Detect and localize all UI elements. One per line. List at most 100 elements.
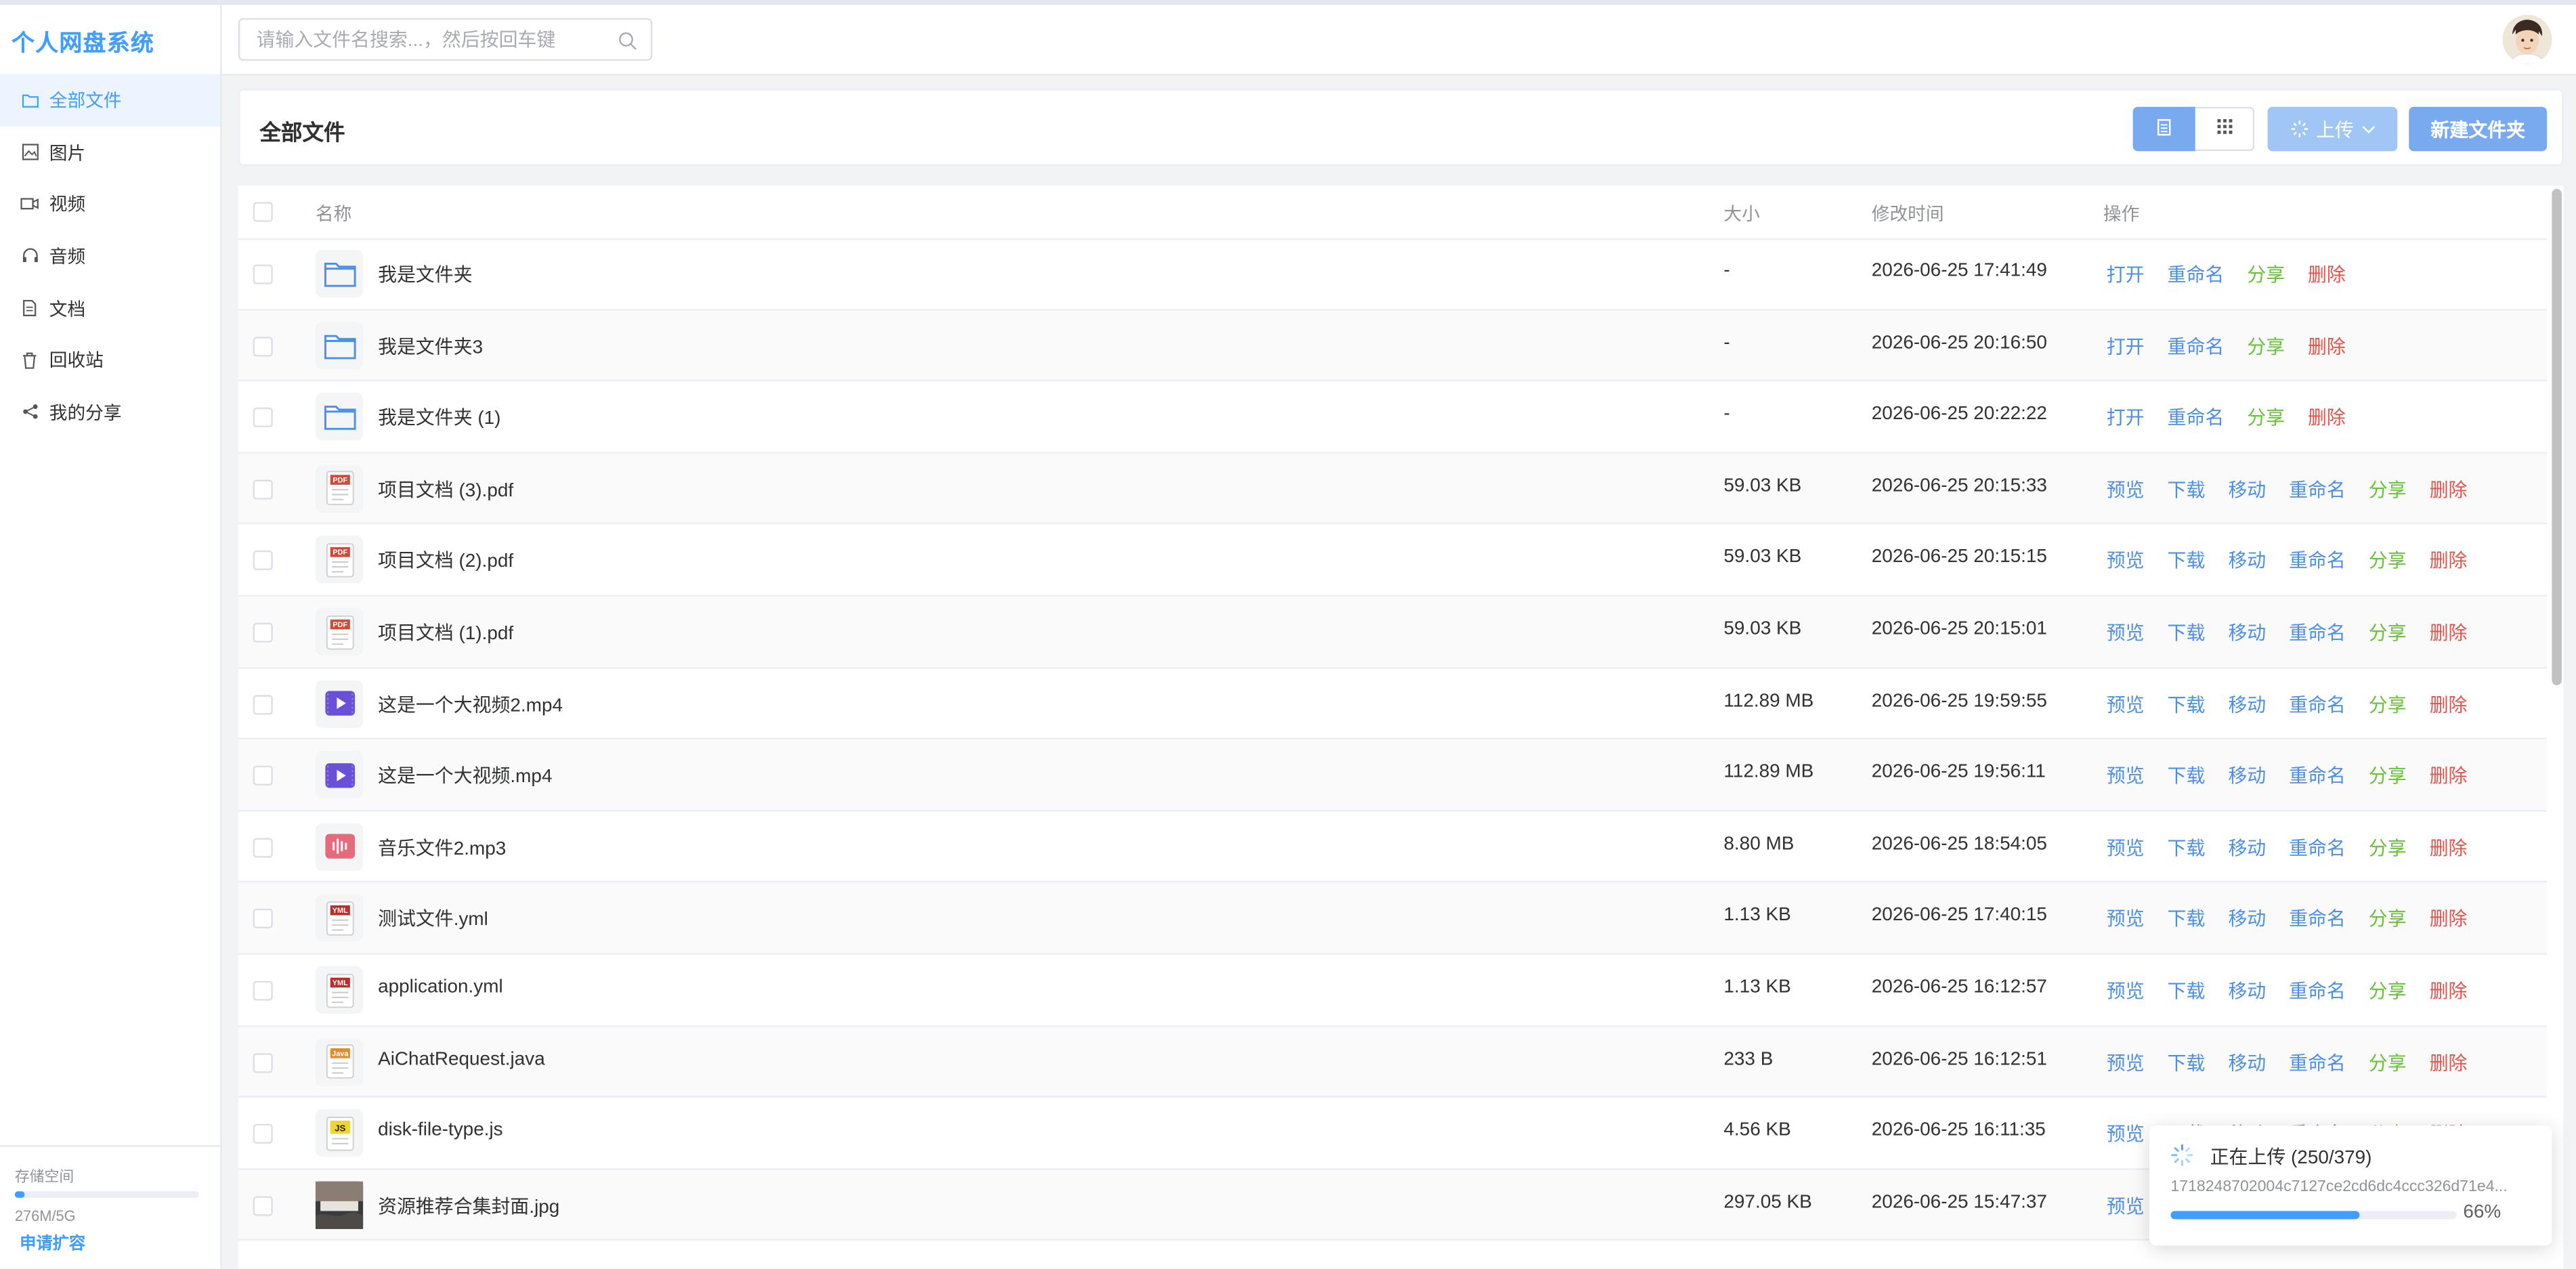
share-action[interactable]: 分享 — [2369, 834, 2407, 861]
download-action[interactable]: 下载 — [2168, 1050, 2206, 1076]
search-icon[interactable] — [618, 30, 637, 50]
move-action[interactable]: 移动 — [2228, 906, 2266, 932]
table-row[interactable]: 音乐文件2.mp3 8.80 MB 2026-06-25 18:54:05 预览… — [238, 811, 2548, 883]
share-action[interactable]: 分享 — [2247, 404, 2285, 431]
download-action[interactable]: 下载 — [2168, 834, 2206, 861]
delete-action[interactable]: 删除 — [2430, 476, 2468, 502]
delete-action[interactable]: 删除 — [2308, 404, 2346, 431]
file-name[interactable]: 测试文件.yml — [378, 906, 488, 932]
file-name[interactable]: AiChatRequest.java — [378, 1050, 545, 1069]
rename-action[interactable]: 重命名 — [2289, 691, 2346, 718]
open-action[interactable]: 打开 — [2107, 333, 2145, 360]
row-checkbox[interactable] — [253, 408, 273, 428]
row-checkbox[interactable] — [253, 622, 273, 643]
file-name[interactable]: 资源推荐合集封面.jpg — [378, 1192, 559, 1219]
row-checkbox[interactable] — [253, 766, 273, 786]
share-action[interactable]: 分享 — [2369, 548, 2407, 574]
file-name[interactable]: application.yml — [378, 978, 503, 997]
download-action[interactable]: 下载 — [2168, 620, 2206, 646]
file-name[interactable]: 音乐文件2.mp3 — [378, 834, 506, 861]
row-checkbox[interactable] — [253, 694, 273, 714]
preview-action[interactable]: 预览 — [2107, 691, 2145, 718]
sidebar-item-trash[interactable]: 回收站 — [0, 335, 220, 387]
share-action[interactable]: 分享 — [2369, 620, 2407, 646]
file-name[interactable]: 我是文件夹 — [378, 261, 473, 288]
table-row[interactable]: PDF 项目文档 (2).pdf 59.03 KB 2026-06-25 20:… — [238, 525, 2548, 597]
share-action[interactable]: 分享 — [2369, 978, 2407, 1004]
preview-action[interactable]: 预览 — [2107, 1121, 2145, 1147]
sidebar-item-documents[interactable]: 文档 — [0, 282, 220, 335]
file-name[interactable]: 这是一个大视频2.mp4 — [378, 691, 563, 718]
file-name[interactable]: disk-file-type.js — [378, 1121, 503, 1140]
new-folder-button[interactable]: 新建文件夹 — [2409, 106, 2548, 152]
download-action[interactable]: 下载 — [2168, 906, 2206, 932]
preview-action[interactable]: 预览 — [2107, 834, 2145, 861]
row-checkbox[interactable] — [253, 1195, 273, 1216]
move-action[interactable]: 移动 — [2228, 548, 2266, 574]
row-checkbox[interactable] — [253, 336, 273, 356]
apply-expansion-link[interactable]: 申请扩容 — [20, 1229, 85, 1254]
move-action[interactable]: 移动 — [2228, 1050, 2266, 1076]
download-action[interactable]: 下载 — [2168, 978, 2206, 1004]
delete-action[interactable]: 删除 — [2430, 834, 2468, 861]
delete-action[interactable]: 删除 — [2308, 333, 2346, 360]
table-row[interactable]: YML application.yml 1.13 KB 2026-06-25 1… — [238, 955, 2548, 1027]
sidebar-item-all-files[interactable]: 全部文件 — [0, 74, 221, 127]
sidebar-item-audio[interactable]: 音频 — [0, 230, 220, 282]
rename-action[interactable]: 重命名 — [2168, 333, 2225, 360]
delete-action[interactable]: 删除 — [2430, 620, 2468, 646]
sidebar-item-my-shares[interactable]: 我的分享 — [0, 387, 220, 439]
share-action[interactable]: 分享 — [2247, 261, 2285, 288]
row-checkbox[interactable] — [253, 479, 273, 500]
preview-action[interactable]: 预览 — [2107, 548, 2145, 574]
sidebar-item-images[interactable]: 图片 — [0, 126, 220, 178]
download-action[interactable]: 下载 — [2168, 476, 2206, 502]
grid-view-button[interactable] — [2195, 106, 2255, 152]
move-action[interactable]: 移动 — [2228, 834, 2266, 861]
delete-action[interactable]: 删除 — [2430, 1050, 2468, 1076]
row-checkbox[interactable] — [253, 909, 273, 929]
share-action[interactable]: 分享 — [2369, 906, 2407, 932]
download-action[interactable]: 下载 — [2168, 691, 2206, 718]
table-scrollbar[interactable] — [2549, 186, 2564, 1268]
delete-action[interactable]: 删除 — [2430, 978, 2468, 1004]
rename-action[interactable]: 重命名 — [2289, 476, 2346, 502]
rename-action[interactable]: 重命名 — [2168, 261, 2225, 288]
preview-action[interactable]: 预览 — [2107, 762, 2145, 789]
table-row[interactable]: 我是文件夹 - 2026-06-25 17:41:49 打开 重命名 分享 删除 — [238, 238, 2548, 310]
table-row[interactable]: 这是一个大视频2.mp4 112.89 MB 2026-06-25 19:59:… — [238, 668, 2548, 740]
open-action[interactable]: 打开 — [2107, 404, 2145, 431]
row-checkbox[interactable] — [253, 1124, 273, 1144]
table-row[interactable]: Java AiChatRequest.java 233 B 2026-06-25… — [238, 1026, 2548, 1098]
row-checkbox[interactable] — [253, 264, 273, 284]
file-name[interactable]: 项目文档 (2).pdf — [378, 548, 513, 574]
table-row[interactable]: YML 测试文件.yml 1.13 KB 2026-06-25 17:40:15… — [238, 882, 2548, 955]
delete-action[interactable]: 删除 — [2430, 762, 2468, 789]
share-action[interactable]: 分享 — [2369, 1050, 2407, 1076]
delete-action[interactable]: 删除 — [2308, 261, 2346, 288]
move-action[interactable]: 移动 — [2228, 476, 2266, 502]
delete-action[interactable]: 删除 — [2430, 906, 2468, 932]
move-action[interactable]: 移动 — [2228, 620, 2266, 646]
share-action[interactable]: 分享 — [2369, 476, 2407, 502]
file-name[interactable]: 我是文件夹 (1) — [378, 404, 500, 431]
preview-action[interactable]: 预览 — [2107, 620, 2145, 646]
search-input[interactable] — [253, 20, 614, 63]
share-action[interactable]: 分享 — [2247, 333, 2285, 360]
rename-action[interactable]: 重命名 — [2168, 404, 2225, 431]
move-action[interactable]: 移动 — [2228, 762, 2266, 789]
select-all-checkbox[interactable] — [253, 202, 273, 222]
file-name[interactable]: 项目文档 (3).pdf — [378, 476, 513, 502]
row-checkbox[interactable] — [253, 551, 273, 571]
move-action[interactable]: 移动 — [2228, 978, 2266, 1004]
preview-action[interactable]: 预览 — [2107, 476, 2145, 502]
rename-action[interactable]: 重命名 — [2289, 834, 2346, 861]
table-row[interactable]: PDF 项目文档 (1).pdf 59.03 KB 2026-06-25 20:… — [238, 596, 2548, 668]
preview-action[interactable]: 预览 — [2107, 978, 2145, 1004]
rename-action[interactable]: 重命名 — [2289, 978, 2346, 1004]
upload-button[interactable]: 上传 — [2267, 106, 2398, 152]
list-view-button[interactable] — [2132, 106, 2195, 152]
move-action[interactable]: 移动 — [2228, 691, 2266, 718]
rename-action[interactable]: 重命名 — [2289, 620, 2346, 646]
table-row[interactable]: 我是文件夹 (1) - 2026-06-25 20:22:22 打开 重命名 分… — [238, 381, 2548, 454]
